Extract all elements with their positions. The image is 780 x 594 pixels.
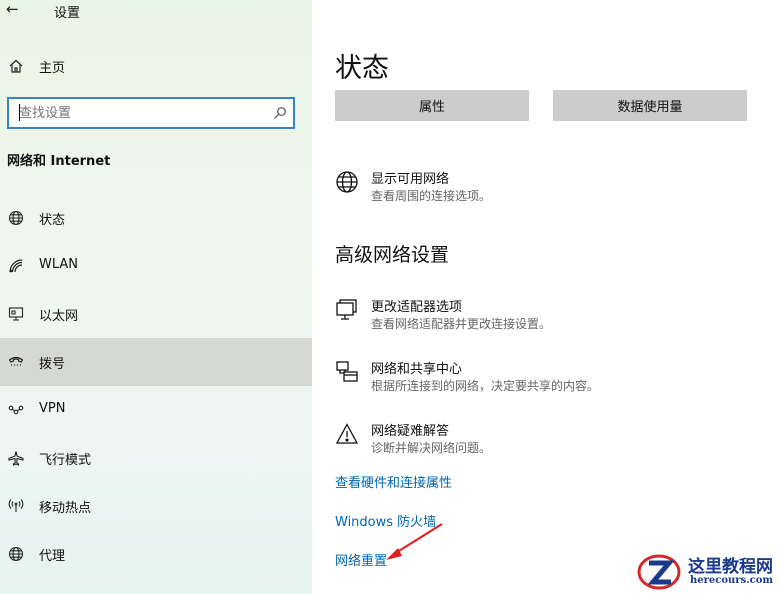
search-box[interactable] (7, 97, 295, 129)
back-button[interactable]: ← (6, 0, 26, 20)
sidebar-item-label: 主页 (39, 61, 66, 76)
app-title: 设置 (54, 6, 81, 21)
option-description: 诊断并解决网络问题。 (371, 441, 492, 455)
advanced-settings-heading: 高级网络设置 (335, 244, 450, 266)
option-title: 更改适配器选项 (371, 300, 463, 315)
data-usage-button[interactable]: 数据使用量 (553, 90, 747, 121)
warning-icon (335, 422, 359, 446)
sidebar-item-label: VPN (39, 401, 66, 416)
search-input[interactable] (9, 99, 259, 127)
properties-button[interactable]: 属性 (335, 90, 529, 121)
annotation-arrow (386, 523, 443, 560)
sidebar-item-label: 拨号 (39, 357, 66, 372)
home-icon (7, 57, 25, 75)
wifi-icon (7, 257, 25, 275)
dialup-icon (7, 353, 25, 371)
option-description: 根据所连接到的网络，决定要共享的内容。 (371, 379, 600, 393)
sharing-center-option[interactable]: 网络和共享中心 根据所连接到的网络，决定要共享的内容。 (335, 358, 765, 398)
globe-icon (7, 209, 25, 227)
vpn-icon (7, 401, 25, 419)
watermark-text: 这里教程网 (688, 557, 773, 577)
sidebar-item-vpn[interactable]: VPN (0, 386, 312, 434)
sidebar-item-hotspot[interactable]: 移动热点 (0, 482, 312, 530)
globe-icon (7, 545, 25, 563)
option-description: 查看周围的连接选项。 (371, 189, 492, 203)
troubleshoot-option[interactable]: 网络疑难解答 诊断并解决网络问题。 (335, 420, 765, 460)
sidebar-item-label: 代理 (39, 549, 66, 564)
adapter-options[interactable]: 更改适配器选项 查看网络适配器并更改连接设置。 (335, 296, 765, 336)
airplane-icon (7, 449, 25, 467)
search-icon[interactable] (273, 105, 287, 119)
main-panel: 状态 属性 数据使用量 显示可用网络 查看周围的连接选项。 高级网络设置 更改适… (312, 0, 780, 594)
page-title: 状态 (335, 53, 389, 84)
option-title: 网络和共享中心 (371, 362, 463, 377)
globe-icon (335, 170, 359, 194)
sidebar-item-wlan[interactable]: WLAN (0, 242, 312, 290)
sidebar-item-label: 移动热点 (39, 501, 92, 516)
monitor-icon (335, 298, 359, 322)
sidebar-item-dialup[interactable]: 拨号 (0, 338, 312, 386)
sidebar-item-label: 飞行模式 (39, 453, 92, 468)
option-title: 显示可用网络 (371, 172, 450, 187)
sidebar-item-label: WLAN (39, 257, 79, 272)
show-networks-option[interactable]: 显示可用网络 查看周围的连接选项。 (335, 168, 765, 208)
sidebar: ← 设置 主页 网络和 Internet 状态 WLAN 以太网 (0, 0, 312, 594)
title-bar: ← 设置 (0, 0, 312, 22)
sidebar-item-ethernet[interactable]: 以太网 (0, 290, 312, 338)
watermark: 这里教程网 herecours.com (630, 548, 780, 594)
sidebar-item-airplane[interactable]: 飞行模式 (0, 434, 312, 482)
section-title: 网络和 Internet (7, 154, 111, 169)
hotspot-icon (7, 497, 25, 515)
sharing-icon (335, 360, 359, 384)
watermark-logo-icon (637, 554, 681, 590)
sidebar-item-proxy[interactable]: 代理 (0, 530, 312, 578)
sidebar-item-label: 以太网 (39, 309, 79, 324)
ethernet-icon (7, 305, 25, 323)
sidebar-item-status[interactable]: 状态 (0, 194, 312, 242)
sidebar-item-label: 状态 (39, 213, 66, 228)
hardware-properties-link[interactable]: 查看硬件和连接属性 (335, 472, 452, 491)
option-title: 网络疑难解答 (371, 424, 450, 439)
watermark-url: herecours.com (690, 575, 774, 586)
option-description: 查看网络适配器并更改连接设置。 (371, 317, 552, 331)
sidebar-item-home[interactable]: 主页 (0, 48, 312, 84)
text-caret (19, 104, 20, 121)
